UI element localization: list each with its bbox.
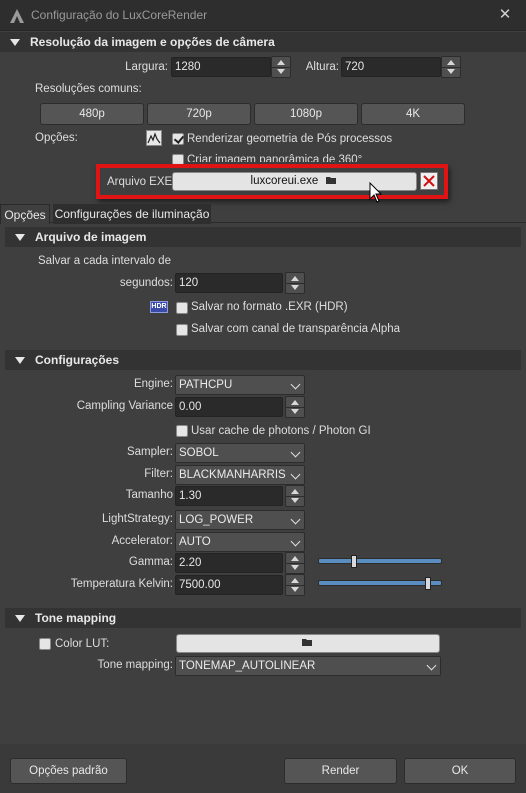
preset-4k-button[interactable]: 4K [361, 103, 465, 125]
preset-720p-button[interactable]: 720p [147, 103, 251, 125]
accelerator-value: AUTO [179, 536, 211, 548]
kelvin-slider[interactable] [318, 580, 442, 586]
engine-dropdown[interactable]: PATHCPU [175, 375, 305, 395]
save-exr-label: Salvar no formato .EXR (HDR) [191, 301, 348, 313]
kelvin-field[interactable]: 7500.00 [175, 575, 283, 595]
preset-480p-button[interactable]: 480p [40, 103, 144, 125]
save-exr-checkbox[interactable] [176, 302, 188, 314]
light-strategy-label: LightStrategy: [102, 513, 173, 525]
filter-dropdown[interactable]: BLACKMANHARRIS [175, 465, 305, 485]
exe-filename: luxcoreui.exe [250, 175, 319, 187]
size-label: Tamanho [125, 489, 173, 501]
render-button[interactable]: Render [284, 758, 397, 784]
folder-icon [326, 177, 337, 184]
interval-field[interactable]: 120 [175, 273, 283, 293]
tone-mapping-value: TONEMAP_AUTOLINEAR [179, 660, 316, 672]
close-icon[interactable]: ✕ [493, 4, 517, 26]
section-title: Tone mapping [35, 611, 117, 625]
folder-icon [302, 639, 312, 646]
section-header-image-file[interactable]: Arquivo de imagem [5, 227, 521, 247]
tone-mapping-dropdown[interactable]: TONEMAP_AUTOLINEAR [175, 656, 441, 676]
sampler-value: SOBOL [179, 447, 219, 459]
variance-label: Campling Variance [76, 400, 173, 412]
sampler-dropdown[interactable]: SOBOL [175, 443, 305, 463]
preset-1080p-button[interactable]: 1080p [254, 103, 358, 125]
variance-field[interactable]: 0.00 [175, 397, 283, 417]
light-strategy-value: LOG_POWER [179, 514, 254, 526]
height-field[interactable]: 720 [341, 57, 441, 77]
clear-exe-button[interactable] [420, 172, 438, 190]
color-lut-file-button[interactable] [176, 634, 440, 653]
x-icon [423, 175, 435, 187]
accelerator-dropdown[interactable]: AUTO [175, 532, 305, 552]
hdr-badge-icon: HDR [150, 301, 168, 313]
filter-value: BLACKMANHARRIS [179, 469, 286, 481]
width-spinner[interactable] [271, 56, 291, 78]
save-alpha-label: Salvar com canal de transparência Alpha [191, 323, 401, 335]
width-label: Largura: [125, 61, 168, 73]
section-header-tone-mapping[interactable]: Tone mapping [5, 608, 521, 628]
app-logo-icon [10, 9, 24, 23]
sampler-label: Sampler: [126, 446, 173, 458]
section-title: Resolução da imagem e opções de câmera [30, 35, 275, 49]
gamma-label: Gamma: [128, 556, 173, 568]
color-lut-checkbox[interactable] [39, 638, 51, 650]
gamma-slider[interactable] [318, 558, 442, 564]
default-options-button[interactable]: Opções padrão [10, 758, 127, 784]
variance-spinner[interactable] [285, 396, 305, 418]
mouse-cursor-icon [369, 182, 383, 203]
chevron-down-icon [290, 379, 301, 390]
chevron-down-icon [290, 514, 301, 525]
photon-cache-label: Usar cache de photons / Photon GI [191, 425, 371, 437]
section-header-configurations[interactable]: Configurações [5, 350, 521, 370]
height-spinner[interactable] [441, 56, 461, 78]
light-strategy-dropdown[interactable]: LOG_POWER [175, 510, 305, 530]
kelvin-slider-handle[interactable] [425, 577, 432, 590]
kelvin-spinner[interactable] [285, 574, 305, 596]
section-title: Configurações [35, 353, 120, 367]
tab-lighting[interactable]: Configurações de iluminação [53, 204, 211, 224]
collapse-triangle-icon [15, 615, 25, 622]
color-lut-label: Color LUT: [55, 638, 110, 650]
chevron-down-icon [290, 447, 301, 458]
size-field[interactable]: 1.30 [175, 486, 283, 506]
common-resolutions-label: Resoluções comuns: [35, 83, 142, 95]
section-title: Arquivo de imagem [35, 230, 147, 244]
gamma-slider-handle[interactable] [351, 555, 358, 568]
height-label: Altura: [305, 61, 339, 73]
width-field[interactable]: 1280 [171, 57, 271, 77]
size-spinner[interactable] [285, 485, 305, 507]
photon-cache-checkbox[interactable] [176, 425, 188, 437]
panoramic-label: Criar imagem panorâmica de 360° [187, 154, 363, 162]
postpro-checkbox[interactable] [172, 133, 184, 145]
section-header-resolution[interactable]: Resolução da imagem e opções de câmera [0, 32, 526, 52]
collapse-triangle-icon [10, 39, 20, 46]
accelerator-label: Accelerator: [111, 535, 173, 547]
kelvin-label: Temperatura Kelvin: [70, 578, 173, 590]
gamma-spinner[interactable] [285, 552, 305, 574]
chevron-down-icon [290, 469, 301, 480]
interval-label: Salvar a cada intervalo de [38, 255, 171, 267]
tab-options[interactable]: Opções [0, 204, 50, 224]
seconds-label: segundos: [119, 277, 173, 289]
gamma-field[interactable]: 2.20 [175, 553, 283, 573]
postpro-icon [146, 130, 162, 146]
postpro-label: Renderizar geometria de Pós processos [187, 133, 393, 145]
title-bar: Configuração do LuxCoreRender ✕ [0, 0, 526, 31]
engine-label: Engine: [133, 378, 173, 390]
exe-label: Arquivo EXE: [107, 176, 176, 188]
window-title: Configuração do LuxCoreRender [31, 8, 208, 22]
engine-value: PATHCPU [179, 379, 233, 391]
interval-spinner[interactable] [285, 272, 305, 294]
collapse-triangle-icon [15, 234, 25, 241]
ok-button[interactable]: OK [404, 758, 516, 784]
collapse-triangle-icon [15, 357, 25, 364]
chevron-down-icon [290, 536, 301, 547]
save-alpha-checkbox[interactable] [176, 324, 188, 336]
filter-label: Filter: [144, 468, 173, 480]
tone-mapping-label: Tone mapping: [97, 659, 173, 671]
options-label: Opções: [35, 132, 78, 144]
chevron-down-icon [426, 660, 437, 671]
